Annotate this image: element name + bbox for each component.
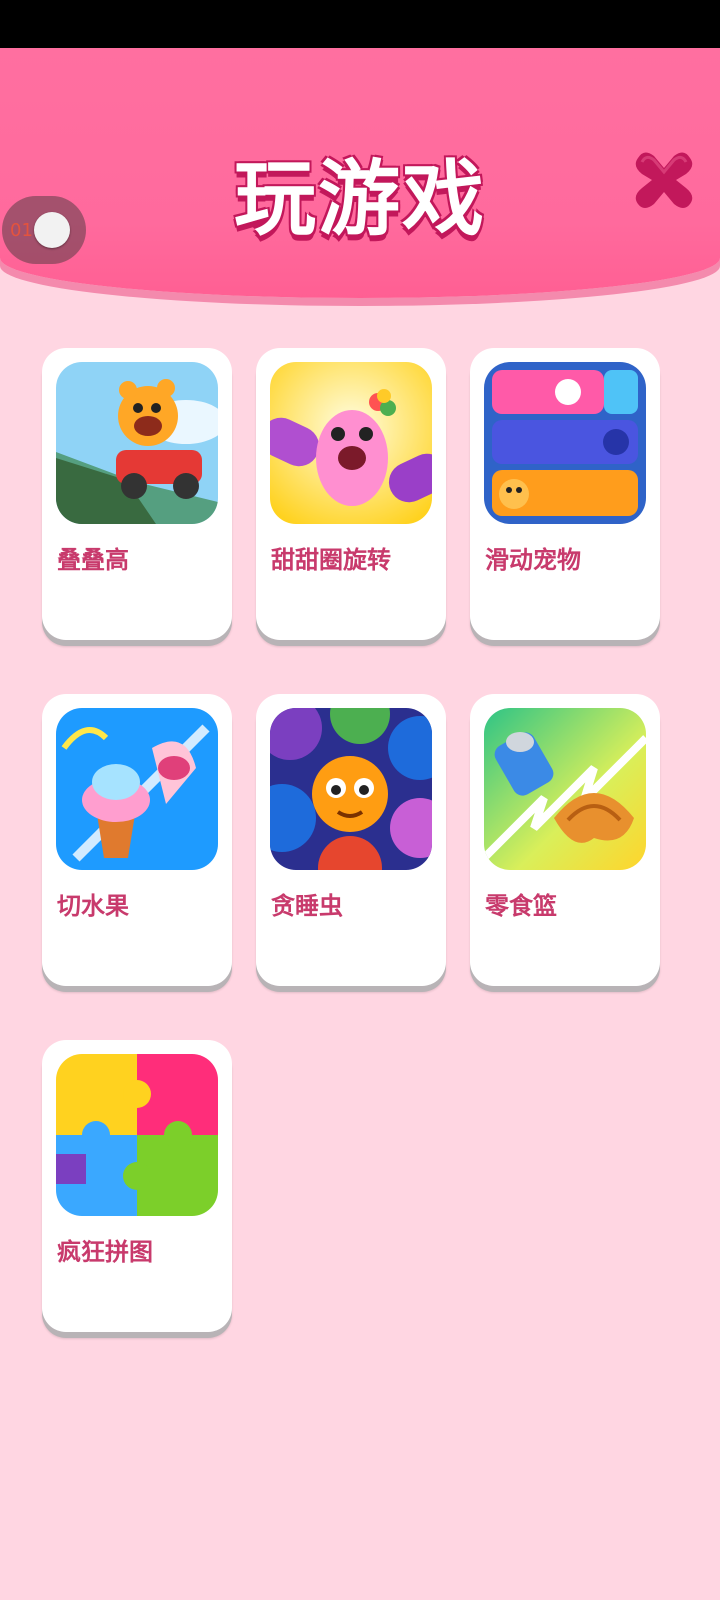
game-card-6[interactable]: 零食篮 [470, 694, 660, 986]
unicorn-donut-icon [270, 362, 432, 524]
game-label: 贪睡虫 [271, 892, 343, 920]
game-label: 叠叠高 [57, 546, 129, 574]
cupcake-slice-icon [56, 708, 218, 870]
toggle-switch[interactable]: 01 [2, 196, 86, 264]
game-label: 滑动宠物 [485, 546, 581, 574]
snack-basket-icon [484, 708, 646, 870]
game-label: 零食篮 [485, 892, 557, 920]
header: 玩游戏 [0, 48, 720, 298]
page-title: 玩游戏 [233, 152, 486, 247]
game-label: 疯狂拼图 [57, 1238, 153, 1266]
game-card-3[interactable]: 滑动宠物 [470, 348, 660, 640]
game-card-2[interactable]: 甜甜圈旋转 [256, 348, 446, 640]
sleepy-bug-icon [270, 708, 432, 870]
slide-pets-icon [484, 362, 646, 524]
toggle-knob[interactable] [34, 212, 70, 248]
game-card-5[interactable]: 贪睡虫 [256, 694, 446, 986]
close-x-icon [635, 152, 693, 208]
status-bar [0, 0, 720, 48]
puzzle-icon [56, 1054, 218, 1216]
game-label: 甜甜圈旋转 [271, 546, 391, 574]
close-button[interactable] [628, 144, 700, 216]
toggle-label: 01 [10, 220, 33, 241]
car-bear-icon [56, 362, 218, 524]
game-card-1[interactable]: 叠叠高 [42, 348, 232, 640]
game-label: 切水果 [57, 892, 129, 920]
game-card-7[interactable]: 疯狂拼图 [42, 1040, 232, 1332]
game-card-4[interactable]: 切水果 [42, 694, 232, 986]
